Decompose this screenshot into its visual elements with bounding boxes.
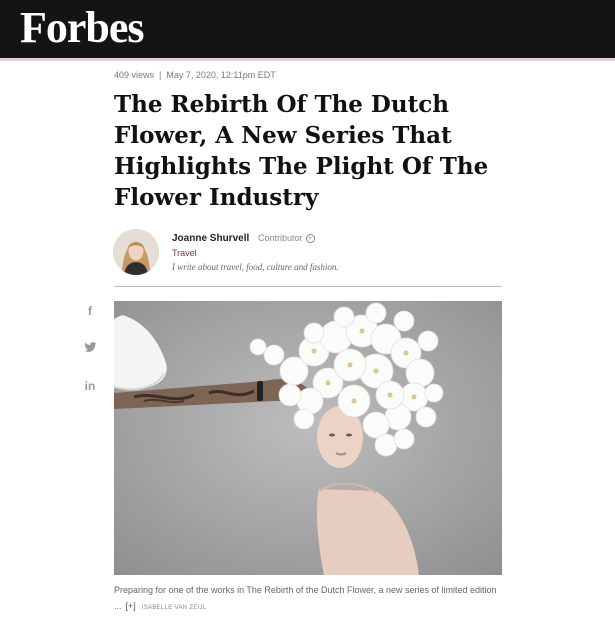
meta-separator: | [159, 70, 162, 80]
article-meta: 409 views | May 7, 2020, 12:11pm EDT [114, 70, 276, 80]
article-headline: The Rebirth Of The Dutch Flower, A New S… [114, 91, 489, 211]
publish-date: May 7, 2020, 12:11pm EDT [166, 70, 276, 80]
twitter-share-icon[interactable] [82, 341, 98, 357]
header-accent-line [0, 58, 615, 61]
image-caption: Preparing for one of the works in The Re… [114, 582, 502, 616]
forbes-logo[interactable]: Forbes [20, 4, 145, 52]
author-bio: I write about travel, food, culture and … [172, 262, 339, 272]
photo-credit: ISABELLE VAN ZEIJL [141, 605, 207, 611]
author-role: Contributor + [258, 233, 315, 243]
facebook-share-icon[interactable]: f [82, 303, 98, 319]
divider [114, 286, 502, 287]
author-name[interactable]: Joanne Shurvell [172, 233, 249, 244]
plus-circle-icon[interactable]: + [305, 233, 315, 243]
caption-expand-button[interactable]: [+] [126, 601, 136, 611]
author-section-link[interactable]: Travel [172, 248, 197, 258]
top-navigation-bar: Forbes [0, 0, 615, 58]
author-avatar[interactable] [113, 229, 159, 275]
article-hero-image[interactable] [114, 301, 502, 575]
linkedin-share-icon[interactable]: in [82, 378, 98, 394]
view-count: 409 views [114, 70, 155, 80]
author-role-label: Contributor [258, 233, 303, 243]
